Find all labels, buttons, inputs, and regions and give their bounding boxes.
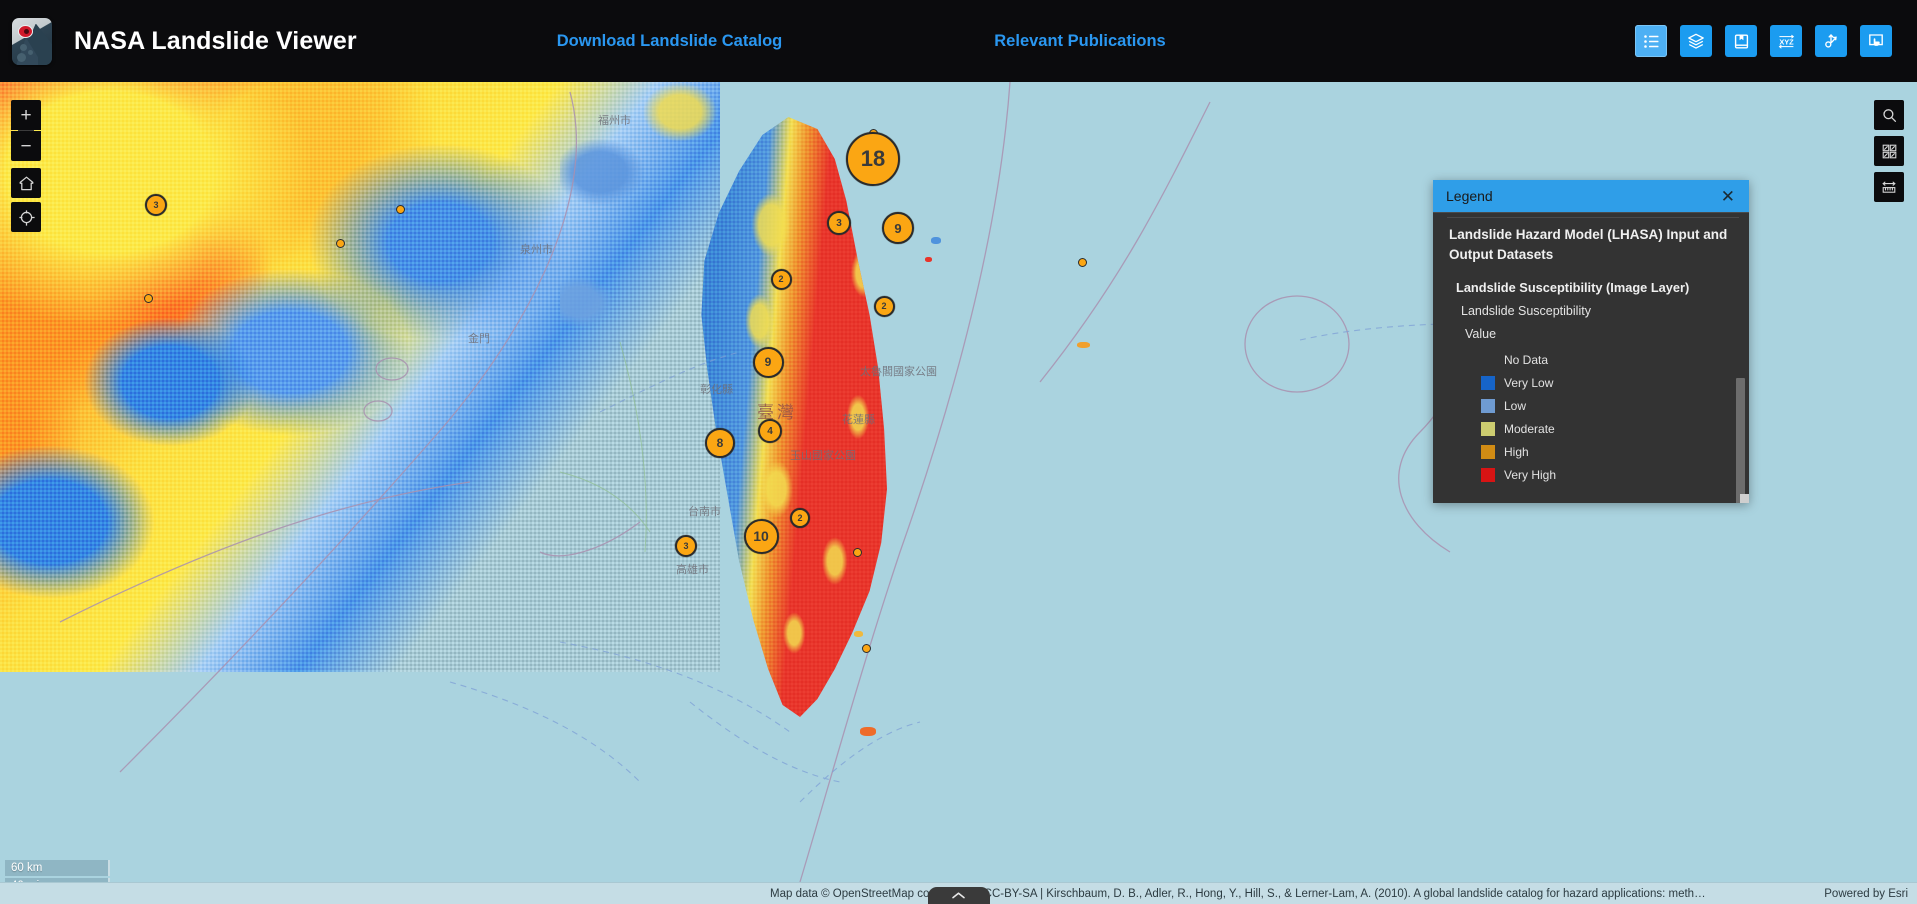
app-header: NASA Landslide Viewer Download Landslide… xyxy=(0,0,1917,82)
landslide-cluster-marker[interactable]: 8 xyxy=(705,428,735,458)
legend-entry: Very High xyxy=(1481,463,1733,486)
attribution-collapse-button[interactable] xyxy=(927,887,990,904)
layers-button[interactable] xyxy=(1680,25,1712,57)
powered-by-esri: Powered by Esri xyxy=(1824,887,1908,900)
legend-scrollbar[interactable] xyxy=(1736,378,1745,503)
legend-swatch xyxy=(1481,444,1495,459)
islet xyxy=(931,237,941,244)
search-icon xyxy=(1882,108,1896,122)
share-icon xyxy=(1825,34,1837,48)
legend-entry: No Data xyxy=(1481,348,1733,371)
legend-panel-header: Legend ✕ xyxy=(1433,180,1749,212)
legend-entry-label: Very Low xyxy=(1504,375,1554,390)
legend-sublayer-title: Landslide Susceptibility xyxy=(1461,304,1591,319)
select-icon xyxy=(1869,34,1883,46)
bookmark-icon xyxy=(1734,34,1748,49)
search-button[interactable] xyxy=(1874,100,1904,130)
legend-entry-label: Moderate xyxy=(1504,421,1555,436)
landslide-cluster-marker[interactable]: 3 xyxy=(145,194,167,216)
page-title: NASA Landslide Viewer xyxy=(74,26,357,55)
zoom-out-button[interactable]: − xyxy=(11,131,41,161)
legend-entry: Moderate xyxy=(1481,417,1733,440)
attribution-text[interactable]: Map data © OpenStreetMap contributors, C… xyxy=(770,888,1710,900)
islet xyxy=(854,631,863,637)
legend-entry-label: High xyxy=(1504,444,1529,459)
select-button[interactable] xyxy=(1860,25,1892,57)
islet xyxy=(860,727,876,736)
islet xyxy=(1077,342,1090,348)
scale-bar-km: 60 km xyxy=(5,860,110,876)
legend-swatch xyxy=(1481,375,1495,390)
landslide-point-marker[interactable] xyxy=(861,643,871,653)
header-tool-buttons: XYZ xyxy=(1635,25,1892,57)
legend-entry: Low xyxy=(1481,394,1733,417)
legend-field-title: Value xyxy=(1465,327,1497,342)
zoom-in-button[interactable]: + xyxy=(11,100,41,130)
landslide-point-marker[interactable] xyxy=(1077,257,1087,267)
legend-entry-label: Very High xyxy=(1504,467,1557,482)
legend-swatch xyxy=(1481,353,1495,367)
home-icon xyxy=(19,176,33,191)
chevron-up-icon xyxy=(952,892,965,899)
landslide-cluster-marker[interactable]: 10 xyxy=(743,518,779,554)
legend-panel-title: Legend xyxy=(1446,188,1493,204)
landslide-cluster-marker[interactable]: 9 xyxy=(752,346,784,378)
list-icon xyxy=(1643,34,1658,48)
home-button[interactable] xyxy=(11,168,41,198)
close-icon[interactable]: ✕ xyxy=(1717,186,1739,207)
taiwan-island xyxy=(655,117,945,717)
legend-entry-list: No Data Very Low Low Moderate High Very High xyxy=(1449,348,1733,486)
svg-text:XYZ: XYZ xyxy=(1779,37,1794,46)
islet xyxy=(925,257,932,262)
app-root: NASA Landslide Viewer Download Landslide… xyxy=(0,0,1917,904)
measurement-button[interactable] xyxy=(1874,172,1904,202)
relevant-publications-link[interactable]: Relevant Publications xyxy=(994,32,1165,51)
measurement-ruler-icon xyxy=(1882,181,1896,193)
legend-entry-label: Low xyxy=(1504,398,1527,413)
locate-crosshair-icon xyxy=(18,209,35,226)
legend-swatch xyxy=(1481,398,1495,413)
landslide-cluster-marker[interactable]: 18 xyxy=(846,132,900,186)
xyz-icon: XYZ xyxy=(1778,34,1794,49)
legend-button[interactable] xyxy=(1635,25,1667,57)
map-right-tools xyxy=(1874,100,1904,202)
download-landslide-catalog-link[interactable]: Download Landslide Catalog xyxy=(557,32,783,51)
bookmark-button[interactable] xyxy=(1725,25,1757,57)
landslide-point-marker[interactable] xyxy=(395,204,405,214)
landslide-point-marker[interactable] xyxy=(143,293,153,303)
legend-resize-handle[interactable] xyxy=(1740,494,1749,503)
legend-panel: Legend ✕ Landslide Hazard Model (LHASA) … xyxy=(1433,180,1749,503)
zoom-control-group: + − xyxy=(11,100,41,161)
landslide-cluster-marker[interactable]: 4 xyxy=(758,419,782,443)
nasa-landslide-logo-icon xyxy=(12,17,52,65)
landslide-cluster-marker[interactable]: 9 xyxy=(882,212,914,244)
legend-entry-label: No Data xyxy=(1504,352,1549,367)
layers-icon xyxy=(1688,33,1704,49)
landslide-cluster-marker[interactable]: 2 xyxy=(770,268,792,290)
legend-group-title: Landslide Hazard Model (LHASA) Input and… xyxy=(1449,227,1728,262)
legend-layer-title: Landslide Susceptibility (Image Layer) xyxy=(1456,280,1690,296)
landslide-cluster-marker[interactable]: 3 xyxy=(827,211,851,235)
legend-swatch xyxy=(1481,421,1495,436)
legend-swatch xyxy=(1481,467,1495,482)
share-button[interactable] xyxy=(1815,25,1847,57)
landslide-cluster-marker[interactable]: 2 xyxy=(790,508,810,528)
legend-panel-body: Landslide Hazard Model (LHASA) Input and… xyxy=(1433,212,1749,503)
legend-entry: High xyxy=(1481,440,1733,463)
landslide-cluster-marker[interactable]: 2 xyxy=(873,295,895,317)
basemap-gallery-button[interactable] xyxy=(1874,136,1904,166)
landslide-point-marker[interactable] xyxy=(852,547,862,557)
locate-button[interactable] xyxy=(11,202,41,232)
landslide-point-marker[interactable] xyxy=(335,238,345,248)
legend-entry: Very Low xyxy=(1481,371,1733,394)
coordinates-button[interactable]: XYZ xyxy=(1770,25,1802,57)
basemap-gallery-icon xyxy=(1882,144,1896,158)
landslide-cluster-marker[interactable]: 3 xyxy=(675,535,697,557)
